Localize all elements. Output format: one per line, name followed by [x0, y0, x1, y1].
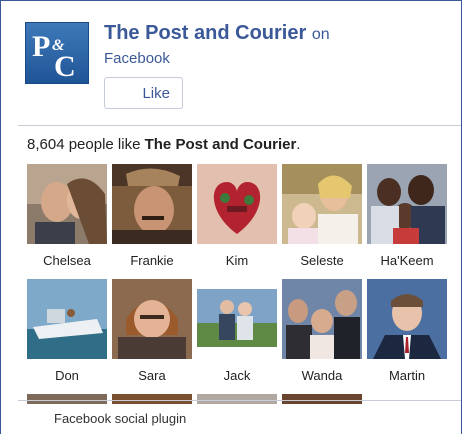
profile-photo-icon [27, 164, 107, 244]
face-name: Frankie [130, 253, 174, 268]
face-item-partial [282, 394, 362, 404]
page-name-link[interactable]: The Post and Courier [104, 22, 306, 44]
face-name: Chelsea [43, 253, 91, 268]
face-item-partial [27, 394, 107, 404]
profile-photo-icon [197, 394, 277, 404]
face-name: Jack [223, 368, 251, 383]
face-name: Don [55, 368, 79, 383]
divider [18, 125, 461, 126]
face-name: Ha'Keem [380, 253, 434, 268]
profile-photo-icon [282, 164, 362, 244]
face-item[interactable]: Chelsea [27, 164, 107, 268]
face-item[interactable]: Jack [197, 279, 277, 383]
face-name: Kim [225, 253, 249, 268]
profile-photo-icon [112, 164, 192, 244]
profile-photo-icon [112, 279, 192, 359]
like-count-period: . [296, 136, 301, 153]
facebook-like-box: P & C The Post and Courier on Facebook L… [0, 0, 462, 434]
face-name: Sara [138, 368, 166, 383]
like-button[interactable]: Like [104, 77, 183, 109]
like-button-label: Like [142, 84, 170, 102]
svg-text:P: P [32, 30, 50, 63]
profile-photo-icon [197, 279, 277, 359]
thumbs-up-icon [113, 86, 127, 100]
like-count-text: 8,604 people like The Post and Courier. [27, 136, 300, 154]
profile-photo-icon [112, 394, 192, 404]
face-name: Wanda [301, 368, 343, 383]
face-item-partial [112, 394, 192, 404]
face-item[interactable]: Martin [367, 279, 447, 383]
face-item-partial [197, 394, 277, 404]
post-courier-logo-icon: P & C [32, 30, 76, 82]
profile-photo-icon [27, 394, 107, 404]
profile-photo-icon [282, 394, 362, 404]
face-item[interactable]: Sara [112, 279, 192, 383]
face-item[interactable]: Seleste [282, 164, 362, 268]
svg-text:C: C [54, 50, 76, 82]
plugin-label[interactable]: Facebook social plugin [54, 411, 186, 426]
on-text: on [311, 26, 330, 43]
face-item[interactable]: Don [27, 279, 107, 383]
like-count: 8,604 [27, 136, 65, 153]
face-name: Martin [388, 368, 426, 383]
like-count-page-name: The Post and Courier [144, 136, 297, 153]
profile-photo-icon [367, 164, 447, 244]
face-item[interactable]: Frankie [112, 164, 192, 268]
profile-photo-icon [367, 279, 447, 359]
profile-photo-icon [197, 164, 277, 244]
profile-photo-icon [282, 279, 362, 359]
facebook-link[interactable]: Facebook [104, 49, 170, 69]
footer-divider [18, 400, 461, 401]
profile-photo-icon [27, 279, 107, 359]
like-count-prefix: people like [68, 136, 141, 153]
page-header: P & C The Post and Courier on Facebook L… [25, 18, 445, 118]
page-logo[interactable]: P & C [25, 22, 89, 84]
face-item[interactable]: Kim [197, 164, 277, 268]
face-name: Seleste [300, 253, 344, 268]
page-title: The Post and Courier on [104, 20, 434, 48]
face-item[interactable]: Wanda [282, 279, 362, 383]
face-item[interactable]: Ha'Keem [367, 164, 447, 268]
